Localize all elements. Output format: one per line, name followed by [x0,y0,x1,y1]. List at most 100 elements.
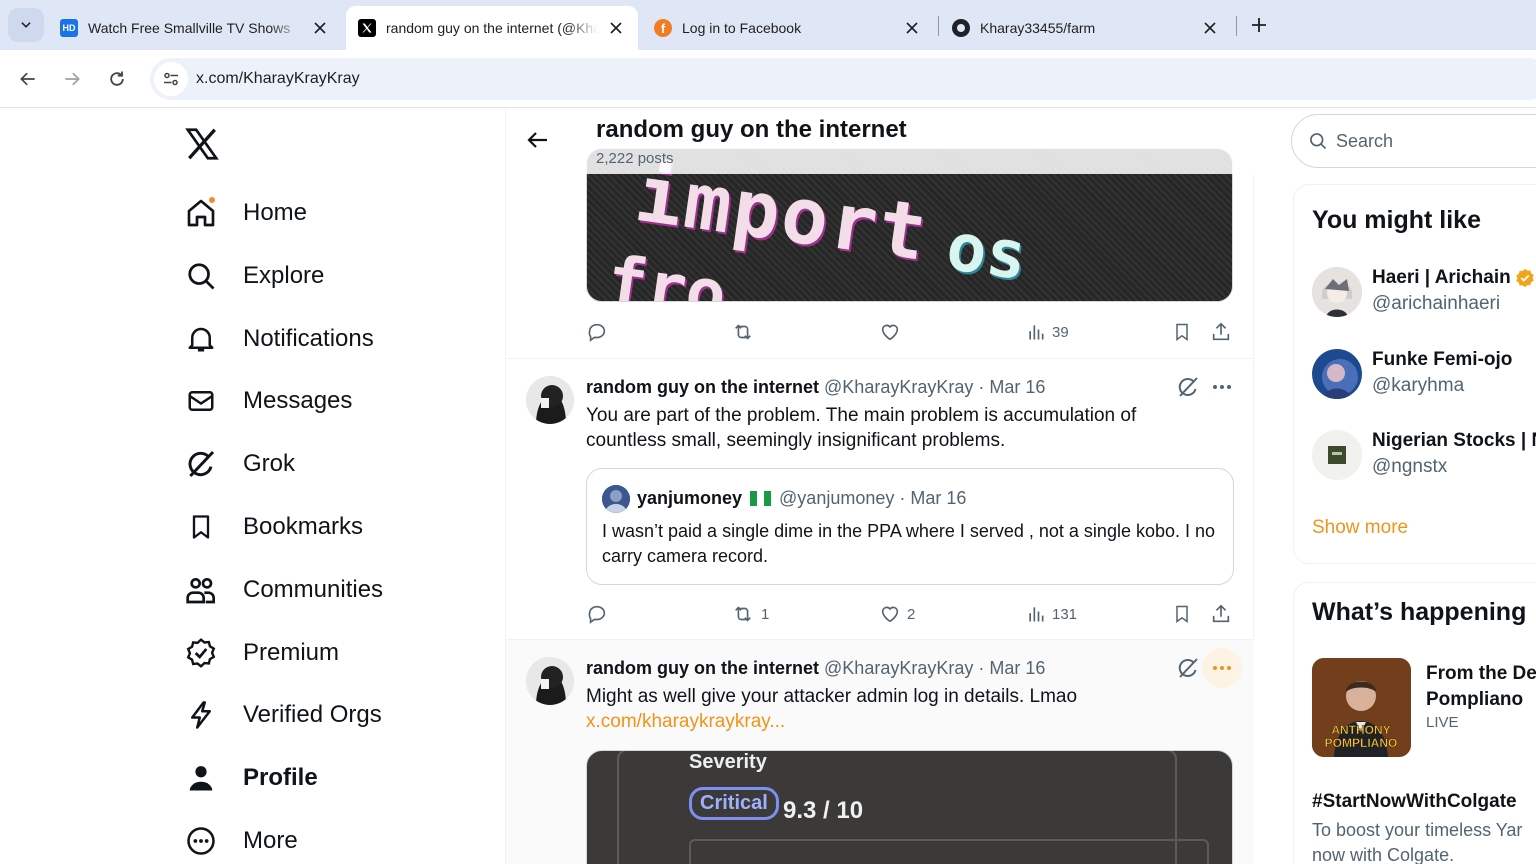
share-button[interactable] [1210,320,1232,344]
profile-name: random guy on the internet [596,116,907,143]
grok-button[interactable] [1176,656,1202,682]
back-button[interactable] [12,63,44,95]
nav-more[interactable]: More [184,815,298,864]
url-text: x.com/KharayKrayKray [196,70,360,87]
trend-title-line: Pompliano [1426,689,1524,710]
show-more-link[interactable]: Show more [1312,517,1408,539]
nav-profile[interactable]: Profile [184,752,318,804]
browser-toolbar: x.com/KharayKrayKray [0,50,1536,108]
reply-button[interactable] [586,602,608,626]
live-status: LIVE [1426,714,1459,731]
search-input[interactable]: Search [1291,114,1536,168]
trending-hashtag[interactable]: #StartNowWithColgate [1312,791,1517,813]
nav-label: Bookmarks [243,513,364,540]
more-options-button[interactable] [1202,367,1242,407]
grok-icon [184,447,218,481]
author-meta[interactable]: @KharayKrayKray · Mar 16 [824,377,1045,397]
author-name[interactable]: random guy on the internet [586,658,819,678]
trend-title[interactable]: From the De Pompliano [1426,661,1536,713]
post-count: 2,222 posts [596,150,674,167]
repost-button[interactable] [731,320,755,344]
address-bar[interactable]: x.com/KharayKrayKray [150,58,1536,100]
trend-image[interactable]: ANTHONY POMPLIANO [1312,658,1411,757]
tab-smallville[interactable]: HD Watch Free Smallville TV Shows [48,6,342,50]
forward-button[interactable] [56,63,88,95]
suggestion-item[interactable]: Haeri | Arichain @arichainhaeri [1312,267,1536,319]
tab-title: Kharay33455/farm [980,20,1096,36]
suggestion-item[interactable]: Funke Femi-ojo @karyhma [1312,349,1536,401]
like-button[interactable]: 2 [879,602,915,626]
tab-title: Log in to Facebook [682,20,802,36]
share-button[interactable] [1210,602,1232,626]
site-info-button[interactable] [154,62,188,96]
arrow-left-icon [527,132,547,148]
views-button[interactable]: 131 [1026,602,1077,626]
more-circle-icon [184,824,218,858]
suggestion-handle: @ngnstx [1372,456,1448,477]
trend-image-text: ANTHONY [1331,723,1390,737]
new-tab-button[interactable] [1246,12,1272,38]
close-tab-icon[interactable] [606,18,626,38]
bookmark-button[interactable] [1172,320,1192,344]
views-count: 39 [1052,323,1069,341]
reply-button[interactable] [586,320,608,344]
repost-button[interactable]: 1 [731,602,769,626]
close-tab-icon[interactable] [902,18,922,38]
tab-title: random guy on the internet (@KharayKrayK… [386,20,598,36]
nav-explore[interactable]: Explore [184,250,324,302]
avatar[interactable] [526,657,574,705]
back-arrow-button[interactable] [526,128,550,152]
suggestion-handle: @karyhma [1372,375,1465,396]
suggestion-item[interactable]: Nigerian Stocks | N @ngnstx [1312,430,1536,482]
tab-x-profile[interactable]: random guy on the internet (@KharayKrayK… [346,6,638,50]
notification-dot [208,196,216,204]
avatar[interactable] [602,485,630,513]
browser-tab-strip: HD Watch Free Smallville TV Shows random… [0,0,1536,50]
author-name[interactable]: yanjumoney [637,488,742,509]
nav-grok[interactable]: Grok [184,438,295,490]
suggestion-name: Nigerian Stocks | N [1372,430,1536,451]
nav-label: More [243,827,298,854]
nav-verified-orgs[interactable]: Verified Orgs [184,689,382,741]
facebook-icon: f [654,19,672,37]
post-text: Might as well give your attacker admin l… [586,684,1186,734]
avatar[interactable] [1312,430,1362,480]
tab-search-button[interactable] [8,8,44,42]
more-options-button[interactable] [1202,648,1242,688]
quoted-post[interactable]: yanjumoney @yanjumoney · Mar 16 I wasn’t… [586,468,1234,585]
whats-happening-title: What’s happening [1312,598,1527,626]
grok-icon [1178,377,1198,397]
nav-messages[interactable]: Messages [184,375,352,427]
who-to-follow-title: You might like [1312,206,1481,234]
lightning-icon [184,698,218,732]
nav-home[interactable]: Home [184,187,307,239]
nav-premium[interactable]: Premium [184,627,339,679]
avatar[interactable] [1312,267,1362,317]
quoted-post-header: yanjumoney @yanjumoney · Mar 16 [637,488,966,509]
close-tab-icon[interactable] [1200,18,1220,38]
reply-icon [588,605,606,624]
post-link[interactable]: x.com/kharaykraykray... [586,709,1186,734]
tab-github[interactable]: Kharay33455/farm [940,6,1232,50]
author-meta[interactable]: @KharayKrayKray · Mar 16 [824,658,1045,678]
views-button[interactable]: 39 [1026,320,1069,344]
avatar[interactable] [1312,349,1362,399]
post[interactable]: random guy on the internet @KharayKrayKr… [506,640,1254,864]
author-name[interactable]: random guy on the internet [586,377,819,397]
nav-bookmarks[interactable]: Bookmarks [184,501,363,553]
post-media-severity-image[interactable]: Severity Critical 9.3 / 10 [586,750,1233,864]
tab-facebook[interactable]: f Log in to Facebook [642,6,934,50]
grok-button[interactable] [1176,375,1202,401]
reload-button[interactable] [101,63,133,95]
close-tab-icon[interactable] [310,18,330,38]
reload-icon [110,71,124,86]
post[interactable]: random guy on the internet @KharayKrayKr… [506,359,1254,639]
person-icon [184,761,218,795]
avatar[interactable] [526,376,574,424]
nav-label: Communities [243,576,384,603]
nav-notifications[interactable]: Notifications [184,313,374,365]
like-button[interactable] [879,320,901,344]
x-logo[interactable] [184,126,220,162]
bookmark-button[interactable] [1172,602,1192,626]
nav-communities[interactable]: Communities [184,564,383,616]
